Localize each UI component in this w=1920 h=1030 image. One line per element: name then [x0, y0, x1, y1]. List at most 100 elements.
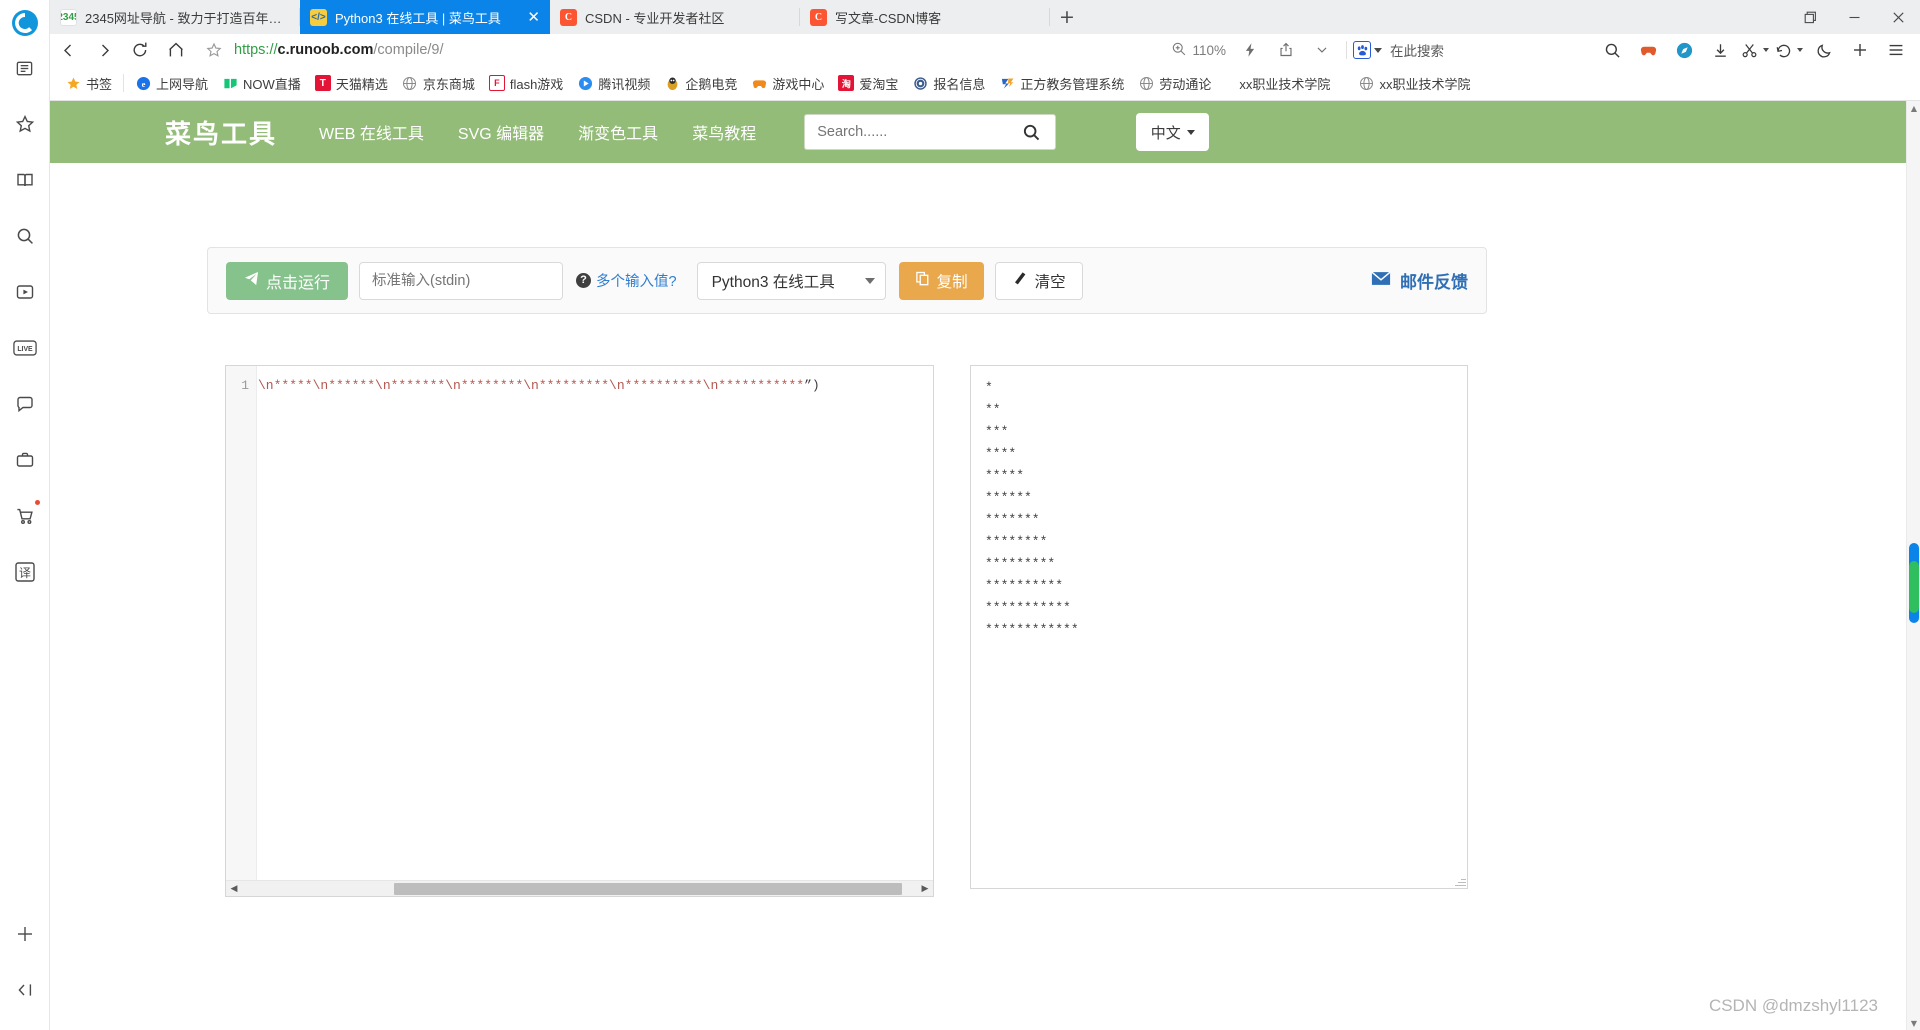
bookmark-item[interactable]: 游戏中心	[744, 70, 831, 96]
home-icon[interactable]	[158, 34, 194, 66]
new-tab-button[interactable]: +	[1054, 5, 1080, 29]
star-icon[interactable]	[200, 42, 228, 58]
clear-button[interactable]: 清空	[994, 261, 1083, 300]
editor-horizontal-scrollbar[interactable]: ◀ ▶	[226, 880, 933, 896]
bookmark-item[interactable]: T 天猫精选	[308, 70, 395, 96]
sidebar-item-search[interactable]	[3, 208, 47, 264]
bookmark-item[interactable]: xx职业技术学院	[1351, 70, 1477, 96]
bookmark-item[interactable]: F flash游戏	[482, 70, 570, 96]
zoom-in-icon[interactable]	[1171, 41, 1187, 60]
scissors-icon[interactable]	[1738, 34, 1760, 66]
rail-collapse-icon[interactable]	[3, 962, 47, 1018]
scrollbar-track[interactable]	[242, 881, 917, 897]
page-scrollbar-thumb-inner[interactable]	[1909, 561, 1919, 613]
svg-text:e: e	[141, 78, 145, 88]
sidebar-item-book[interactable]	[3, 152, 47, 208]
bookmark-item[interactable]: NOW直播	[215, 70, 308, 96]
sidebar-item-chat[interactable]	[3, 376, 47, 432]
bookmark-item[interactable]: xx职业技术学院	[1232, 70, 1337, 96]
undo-icon[interactable]	[1772, 34, 1794, 66]
feedback-link[interactable]: 邮件反馈	[1371, 268, 1468, 293]
site-nav-web-tools[interactable]: WEB 在线工具	[319, 120, 424, 144]
page-scrollbar[interactable]: ▲ ▼	[1906, 101, 1920, 1030]
reload-icon[interactable]	[122, 34, 158, 66]
back-arrow-icon[interactable]	[50, 34, 86, 66]
search-icon[interactable]	[1594, 34, 1630, 66]
caret-left-icon[interactable]: ◀	[226, 881, 242, 897]
share-icon[interactable]	[1268, 34, 1304, 66]
scissors-caret-icon[interactable]	[1760, 34, 1772, 66]
sidebar-item-translate[interactable]: 译	[3, 544, 47, 600]
sidebar-item-reading-list[interactable]	[3, 40, 47, 96]
chevron-down-icon	[864, 277, 875, 284]
sidebar-item-briefcase[interactable]	[3, 432, 47, 488]
browser-logo-icon[interactable]	[8, 6, 42, 40]
close-window-icon[interactable]	[1876, 0, 1920, 34]
sidebar-item-video[interactable]	[3, 264, 47, 320]
e-icon: e	[135, 75, 151, 91]
tab-close-icon[interactable]: ✕	[515, 9, 540, 25]
bookmark-item[interactable]: 报名信息	[905, 70, 992, 96]
restore-window-icon[interactable]	[1788, 0, 1832, 34]
tab-title: CSDN - 专业开发者社区	[585, 10, 725, 26]
caret-down-icon[interactable]: ▼	[1907, 1016, 1920, 1030]
gamepad-icon[interactable]	[1630, 34, 1666, 66]
resize-grip-icon[interactable]	[1454, 875, 1466, 887]
stdin-input[interactable]	[359, 261, 564, 300]
bookmark-item[interactable]: 劳动通论	[1131, 70, 1218, 96]
sidebar-item-cart[interactable]	[3, 488, 47, 544]
caret-up-icon[interactable]: ▲	[1907, 101, 1920, 115]
bookmark-item[interactable]: 正方教务管理系统	[992, 70, 1131, 96]
site-nav-tutorials[interactable]: 菜鸟教程	[692, 120, 756, 144]
bookmark-item[interactable]: 书签	[58, 70, 119, 96]
search-placeholder-label[interactable]: 在此搜索	[1390, 40, 1444, 60]
scrollbar-thumb[interactable]	[394, 882, 902, 895]
sidebar-item-live[interactable]: LIVE	[3, 320, 47, 376]
browser-tab[interactable]: 2345 2345网址导航 - 致力于打造百年品牌	[50, 0, 300, 34]
browser-tab[interactable]: C 写文章-CSDN博客	[800, 0, 1050, 34]
caret-right-icon[interactable]: ▶	[917, 881, 933, 897]
site-search-input[interactable]	[804, 114, 1009, 150]
editor-code-text[interactable]: \n*****\n******\n*******\n********\n****…	[258, 375, 933, 880]
rail-add-icon[interactable]	[3, 906, 47, 962]
site-header: 菜鸟工具 WEB 在线工具 SVG 编辑器 渐变色工具 菜鸟教程 中文	[50, 101, 1906, 163]
site-brand[interactable]: 菜鸟工具	[165, 114, 277, 151]
undo-caret-icon[interactable]	[1794, 34, 1806, 66]
plus-icon[interactable]	[1842, 34, 1878, 66]
download-icon[interactable]	[1702, 34, 1738, 66]
site-search-button[interactable]	[1008, 114, 1057, 150]
lightning-icon[interactable]	[1232, 34, 1268, 66]
chevron-down-icon[interactable]	[1304, 34, 1340, 66]
bookmarks-bar: 书签 e 上网导航 NOW直播 T 天猫精选 京东商城 F flash游戏 腾讯…	[50, 66, 1920, 101]
compass-icon[interactable]	[1666, 34, 1702, 66]
search-engine-selector[interactable]: 在此搜索	[1353, 40, 1444, 60]
penguin-icon	[664, 75, 680, 91]
language-select[interactable]: Python3 在线工具	[696, 261, 886, 300]
bookmark-item[interactable]: 淘 爱淘宝	[831, 70, 905, 96]
language-selector[interactable]: 中文	[1136, 113, 1210, 151]
moon-icon[interactable]	[1806, 34, 1842, 66]
forward-arrow-icon[interactable]	[86, 34, 122, 66]
zoom-control[interactable]: 110%	[1171, 41, 1226, 60]
code-editor[interactable]: 1 \n*****\n******\n*******\n********\n**…	[225, 365, 934, 897]
browser-tab-active[interactable]: </> Python3 在线工具 | 菜鸟工具 ✕	[300, 0, 550, 34]
address-bar[interactable]: https://c.runoob.com/compile/9/	[194, 34, 1171, 66]
bookmark-item[interactable]: 企鹅电竞	[657, 70, 744, 96]
site-nav-gradient-tool[interactable]: 渐变色工具	[578, 120, 658, 144]
minimize-window-icon[interactable]	[1832, 0, 1876, 34]
search-engine-caret-icon[interactable]	[1374, 47, 1382, 53]
hamburger-menu-icon[interactable]	[1878, 34, 1914, 66]
site-nav-svg-editor[interactable]: SVG 编辑器	[458, 120, 544, 144]
browser-tab[interactable]: C CSDN - 专业开发者社区	[550, 0, 800, 34]
bookmark-item[interactable]: e 上网导航	[128, 70, 215, 96]
multi-input-help-link[interactable]: ? 多个输入值?	[576, 270, 677, 291]
bookmark-item[interactable]: 京东商城	[395, 70, 482, 96]
bookmark-item[interactable]: 腾讯视频	[570, 70, 657, 96]
url-host: c.runoob.com	[277, 42, 374, 58]
star-icon	[65, 75, 81, 91]
run-button-label: 点击运行	[266, 274, 331, 292]
multi-input-label: 多个输入值?	[596, 274, 677, 290]
copy-button[interactable]: 复制	[898, 261, 984, 300]
run-button[interactable]: 点击运行	[226, 261, 349, 300]
sidebar-item-favorites[interactable]	[3, 96, 47, 152]
